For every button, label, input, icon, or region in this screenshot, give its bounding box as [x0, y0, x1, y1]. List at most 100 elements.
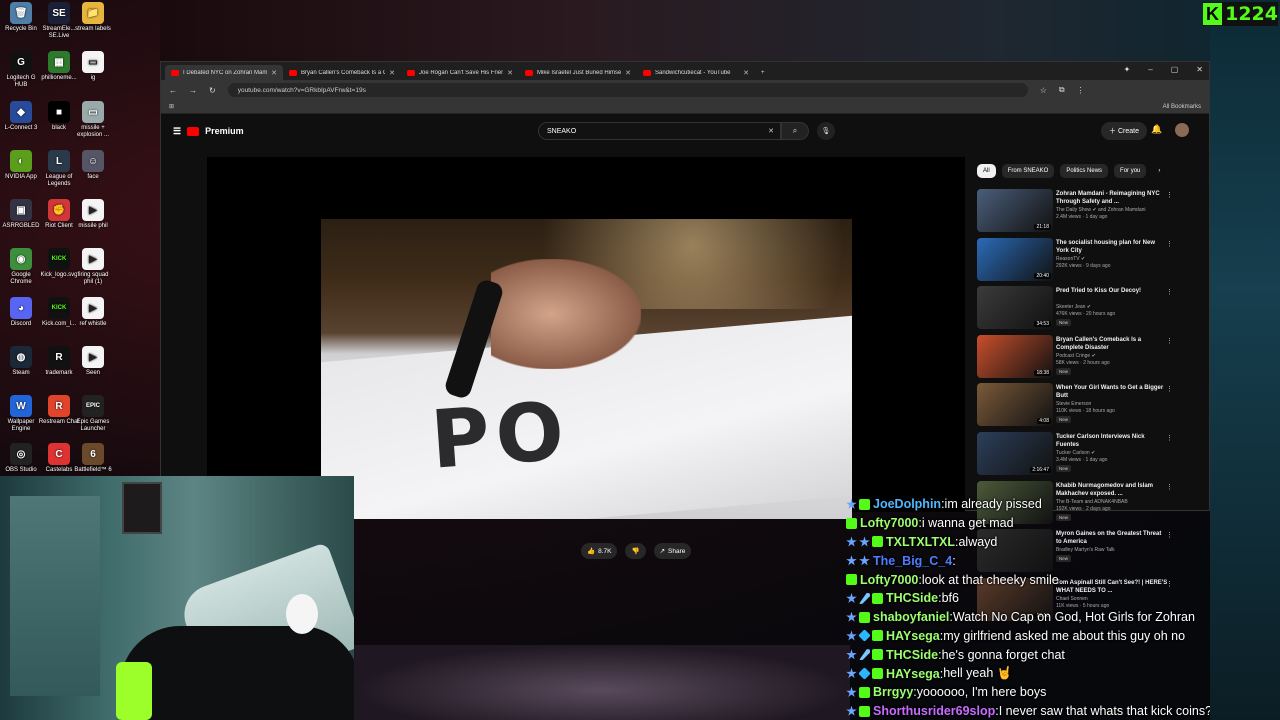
voice-search-icon[interactable]: 🎙: [817, 122, 835, 140]
channel-name[interactable]: Podcast Cringe ✔: [1056, 353, 1168, 360]
avatar[interactable]: [1175, 123, 1189, 137]
bookmark-star-icon[interactable]: ☆: [1040, 86, 1047, 95]
video-thumbnail[interactable]: 20:40: [977, 237, 1053, 281]
desktop-icon[interactable]: ◎ OBS Studio: [0, 443, 42, 474]
more-options-icon[interactable]: ⋮: [1166, 337, 1173, 345]
desktop-icon[interactable]: ◍ Steam: [0, 346, 42, 377]
desktop-icon[interactable]: ▣ ASRRGBLED: [0, 199, 42, 230]
desktop-icon[interactable]: ☺ face: [72, 150, 114, 181]
video-frame[interactable]: PO: [321, 219, 852, 519]
tab-5[interactable]: Sandwichcutiecat - YouTube ✕: [637, 65, 755, 80]
channel-name[interactable]: Skeeter Jean ✔: [1056, 304, 1168, 311]
video-title[interactable]: Tucker Carlson Interviews Nick Fuentes: [1056, 433, 1168, 449]
chevron-right-icon[interactable]: ›: [1152, 164, 1166, 178]
video-player[interactable]: PO: [207, 157, 965, 519]
chat-username[interactable]: shaboyfaniel: [873, 610, 949, 624]
more-options-icon[interactable]: ⋮: [1166, 385, 1173, 393]
recommended-video[interactable]: 4:08 When Your Girl Wants to Get a Bigger…: [977, 383, 1177, 430]
more-options-icon[interactable]: ⋮: [1166, 434, 1173, 442]
desktop-icon[interactable]: ▭ missile + explosion ...: [72, 101, 114, 139]
desktop-icon[interactable]: G Logitech G HUB: [0, 51, 42, 89]
extensions-icon[interactable]: ⧉: [1059, 85, 1065, 95]
video-thumbnail[interactable]: 2:16:47: [977, 431, 1053, 475]
forward-icon[interactable]: →: [189, 86, 197, 95]
chat-username[interactable]: TXLTXLTXL: [886, 535, 955, 549]
tab-4[interactable]: Mike Israetel Just Buried Himse ✕: [519, 65, 637, 80]
chat-username[interactable]: HAYsega: [886, 629, 940, 643]
chat-username[interactable]: THCSide: [886, 591, 938, 605]
video-thumbnail[interactable]: 34:53: [977, 286, 1053, 330]
desktop-icon[interactable]: 6 Battlefield™ 6: [72, 443, 114, 474]
video-thumbnail[interactable]: 4:08: [977, 383, 1053, 427]
channel-name[interactable]: ReasonTV ✔: [1056, 256, 1168, 263]
close-window-icon[interactable]: ✕: [1196, 65, 1203, 74]
desktop-icon[interactable]: ◐ NVIDIA App: [0, 150, 42, 181]
recommended-video[interactable]: 18:38 Bryan Callen's Comeback Is a Comple…: [977, 334, 1177, 382]
tab-1[interactable]: I Debated NYC on Zohran Mamdani✕: [165, 65, 283, 80]
tab-2[interactable]: Bryan Callen's Comeback Is a C ✕: [283, 65, 401, 80]
close-tab-icon[interactable]: ✕: [625, 69, 631, 77]
close-tab-icon[interactable]: ✕: [743, 69, 749, 77]
filter-from-sneako[interactable]: From SNEAKO: [1001, 164, 1055, 178]
search-input[interactable]: SNEAKO ✕: [538, 122, 781, 140]
video-title[interactable]: When Your Girl Wants to Get a Bigger But…: [1056, 384, 1168, 400]
maximize-icon[interactable]: ▢: [1171, 65, 1179, 74]
hamburger-menu-icon[interactable]: ☰: [173, 126, 181, 137]
desktop-icon[interactable]: ▶ missile phil: [72, 199, 114, 230]
close-tab-icon[interactable]: ✕: [271, 69, 277, 77]
desktop-icon[interactable]: 📁 stream labels: [72, 2, 114, 33]
create-button[interactable]: ＋ Create: [1101, 122, 1147, 140]
chat-username[interactable]: Brrgyy: [873, 685, 913, 699]
video-title[interactable]: Pred Tried to Kiss Our Decoy!: [1056, 287, 1168, 295]
recommended-video[interactable]: 34:53 Pred Tried to Kiss Our Decoy! Skeete…: [977, 286, 1177, 333]
recommended-video[interactable]: 20:40 The socialist housing plan for New …: [977, 237, 1177, 285]
filter-for-you[interactable]: For you: [1114, 164, 1147, 178]
desktop-icon[interactable]: ◆ L-Connect 3: [0, 101, 42, 132]
like-button[interactable]: 👍 8.7K: [581, 543, 618, 559]
more-options-icon[interactable]: ⋮: [1166, 288, 1173, 296]
minimize-icon[interactable]: –: [1148, 65, 1152, 74]
desktop-icon[interactable]: W Wallpaper Engine: [0, 395, 42, 433]
desktop-icon[interactable]: ▶ ref whistle: [72, 297, 114, 328]
close-tab-icon[interactable]: ✕: [507, 69, 513, 77]
filter-politics-news[interactable]: Politics News: [1060, 164, 1109, 178]
chat-username[interactable]: HAYsega: [886, 667, 940, 681]
channel-name[interactable]: Stevie Emerson: [1056, 401, 1168, 408]
chat-username[interactable]: The_Big_C_4: [873, 554, 952, 568]
video-title[interactable]: The socialist housing plan for New York …: [1056, 239, 1168, 255]
all-bookmarks[interactable]: All Bookmarks: [1163, 104, 1201, 110]
apps-grid-icon[interactable]: ⊞: [169, 103, 174, 110]
chat-username[interactable]: JoeDolphin: [873, 497, 941, 511]
desktop-icon[interactable]: ▶ firing squad phil (1): [72, 248, 114, 286]
chat-username[interactable]: Lofty7000: [860, 573, 918, 587]
filter-all[interactable]: All: [977, 164, 996, 178]
desktop-icon[interactable]: ▭ ig: [72, 51, 114, 82]
channel-name[interactable]: Tucker Carlson ✔: [1056, 450, 1168, 457]
youtube-logo[interactable]: ☰ Premium: [173, 126, 244, 137]
tab-3[interactable]: Joe Rogan Can't Save His Frien ✕: [401, 65, 519, 80]
new-tab-button[interactable]: +: [755, 65, 775, 80]
desktop-icon[interactable]: EPIC Epic Games Launcher: [72, 395, 114, 433]
channel-name[interactable]: The Daily Show ✔ and Zohran Mamdani: [1056, 207, 1168, 214]
chat-username[interactable]: Shorthusrider69slop: [873, 704, 995, 718]
video-title[interactable]: Zohran Mamdani - Reimagining NYC Through…: [1056, 190, 1168, 206]
dislike-button[interactable]: 👎: [625, 543, 646, 559]
back-icon[interactable]: ←: [169, 86, 177, 95]
menu-icon[interactable]: ⋮: [1077, 86, 1085, 95]
chat-username[interactable]: THCSide: [886, 648, 938, 662]
clear-search-icon[interactable]: ✕: [768, 127, 774, 135]
chat-username[interactable]: Lofty7000: [860, 516, 918, 530]
search-button[interactable]: ⌕: [781, 122, 809, 140]
reload-icon[interactable]: ↻: [209, 86, 216, 95]
video-thumbnail[interactable]: 18:38: [977, 334, 1053, 378]
more-options-icon[interactable]: ⋮: [1166, 483, 1173, 491]
more-options-icon[interactable]: ⋮: [1166, 240, 1173, 248]
close-tab-icon[interactable]: ✕: [389, 69, 395, 77]
share-button[interactable]: ↗ Share: [653, 543, 692, 559]
desktop-icon[interactable]: ◉ Google Chrome: [0, 248, 42, 286]
recommended-video[interactable]: 2:16:47 Tucker Carlson Interviews Nick Fu…: [977, 431, 1177, 479]
recommended-video[interactable]: 21:18 Zohran Mamdani - Reimagining NYC Th…: [977, 189, 1177, 236]
desktop-icon[interactable]: ◕ Discord: [0, 297, 42, 328]
notifications-bell-icon[interactable]: 🔔: [1151, 124, 1162, 135]
extension-icon[interactable]: ✦: [1124, 65, 1131, 74]
